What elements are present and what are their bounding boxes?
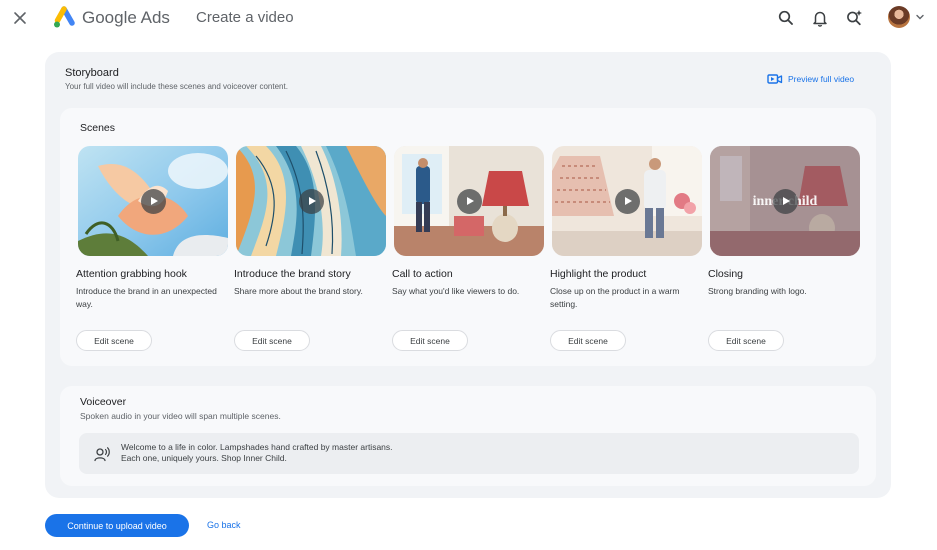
scene-name: Introduce the brand story xyxy=(234,268,351,280)
scene-description: Introduce the brand in an unexpected way… xyxy=(76,286,217,309)
edit-scene-button[interactable]: Edit scene xyxy=(708,330,784,351)
scene-name: Call to action xyxy=(392,268,453,280)
scene-description: Share more about the brand story. xyxy=(234,286,363,296)
edit-scene-button[interactable]: Edit scene xyxy=(392,330,468,351)
close-icon[interactable] xyxy=(10,8,30,28)
edit-scene-button[interactable]: Edit scene xyxy=(76,330,152,351)
voiceover-card: Voiceover Spoken audio in your video wil… xyxy=(60,386,876,486)
voice-speaker-icon xyxy=(94,447,110,462)
voiceover-line: Welcome to a life in color. Lampshades h… xyxy=(121,442,393,452)
voiceover-line: Each one, uniquely yours. Shop Inner Chi… xyxy=(121,453,287,463)
preview-label: Preview full video xyxy=(788,74,855,84)
scene-card: inner child Closing Strong branding with… xyxy=(708,146,860,356)
storyboard-panel: Storyboard Your full video will include … xyxy=(45,52,891,498)
scene-thumbnail[interactable] xyxy=(552,146,702,256)
scene-description: Say what you'd like viewers to do. xyxy=(392,286,520,296)
top-bar: Google Ads Create a video xyxy=(0,0,937,36)
scene-name: Highlight the product xyxy=(550,268,647,280)
voiceover-script-box[interactable]: Welcome to a life in color. Lampshades h… xyxy=(79,433,859,474)
scene-description: Strong branding with logo. xyxy=(708,286,807,296)
play-icon[interactable] xyxy=(457,189,482,214)
account-menu[interactable] xyxy=(888,6,930,30)
google-ads-logo xyxy=(54,6,75,28)
brand-google: Google xyxy=(82,8,137,27)
scene-thumbnail[interactable] xyxy=(78,146,228,256)
scenes-card: Scenes Attention grabbing hook Introduce… xyxy=(60,108,876,366)
storyboard-subtitle: Your full video will include these scene… xyxy=(65,82,288,91)
scene-card: Attention grabbing hook Introduce the br… xyxy=(76,146,228,356)
chevron-down-icon xyxy=(916,14,924,20)
notifications-icon[interactable] xyxy=(809,7,831,29)
play-icon[interactable] xyxy=(615,189,640,214)
avatar[interactable] xyxy=(888,6,910,28)
search-icon[interactable] xyxy=(775,7,797,29)
scene-thumbnail[interactable] xyxy=(394,146,544,256)
voiceover-title: Voiceover xyxy=(80,396,127,408)
preview-full-video-button[interactable]: Preview full video xyxy=(767,72,854,86)
go-back-link[interactable]: Go back xyxy=(207,520,241,530)
scenes-title: Scenes xyxy=(80,122,116,134)
play-icon[interactable] xyxy=(773,189,798,214)
storyboard-title: Storyboard xyxy=(65,67,119,79)
page-title: Create a video xyxy=(196,9,294,26)
scene-thumbnail[interactable]: inner child xyxy=(710,146,860,256)
scene-name: Attention grabbing hook xyxy=(76,268,187,280)
scene-description: Close up on the product in a warm settin… xyxy=(550,286,680,309)
brand-name: Google Ads xyxy=(82,8,170,28)
play-icon[interactable] xyxy=(299,189,324,214)
voiceover-subtitle: Spoken audio in your video will span mul… xyxy=(80,411,281,421)
sparkle-search-icon[interactable] xyxy=(843,7,865,29)
brand-ads: Ads xyxy=(140,8,170,27)
scene-card: Introduce the brand story Share more abo… xyxy=(234,146,386,356)
scene-thumbnail[interactable] xyxy=(236,146,386,256)
continue-to-upload-button[interactable]: Continue to upload video xyxy=(45,514,189,537)
edit-scene-button[interactable]: Edit scene xyxy=(234,330,310,351)
scene-card: Highlight the product Close up on the pr… xyxy=(550,146,702,356)
edit-scene-button[interactable]: Edit scene xyxy=(550,330,626,351)
video-preview-icon xyxy=(767,73,783,84)
scene-card: Call to action Say what you'd like viewe… xyxy=(392,146,544,356)
play-icon[interactable] xyxy=(141,189,166,214)
scene-name: Closing xyxy=(708,268,744,280)
voiceover-script: Welcome to a life in color. Lampshades h… xyxy=(121,442,721,464)
